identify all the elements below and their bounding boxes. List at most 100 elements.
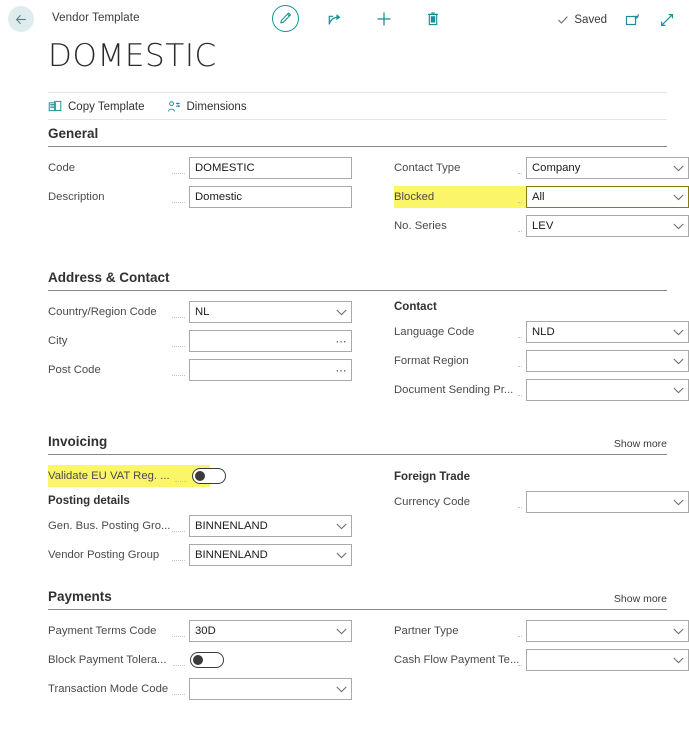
transaction-mode-code-dropdown[interactable] — [189, 678, 352, 700]
invoicing-show-more-link[interactable]: Show more — [614, 438, 667, 450]
address-right-column: Contact Language Code NLD Format Region — [394, 301, 689, 408]
copy-template-button[interactable]: Copy Template — [48, 100, 145, 114]
field-currency-code-label: Currency Code — [394, 496, 470, 508]
chevron-down-icon — [673, 223, 684, 229]
lookup-ellipsis-icon[interactable]: ⋯ — [336, 335, 348, 348]
country-region-code-value: NL — [195, 306, 210, 318]
dimensions-button[interactable]: Dimensions — [167, 100, 247, 114]
chevron-down-icon — [336, 309, 347, 315]
dot-leader — [172, 336, 185, 347]
expand-button[interactable] — [659, 12, 675, 28]
document-sending-profile-dropdown[interactable] — [526, 379, 689, 401]
post-code-input[interactable]: ⋯ — [189, 359, 352, 381]
chevron-down-icon — [336, 523, 347, 529]
cash-flow-payment-terms-dropdown[interactable] — [526, 649, 689, 671]
dot-leader — [172, 626, 185, 637]
group-address-contact-title: Address & Contact — [48, 270, 170, 285]
country-region-code-dropdown[interactable]: NL — [189, 301, 352, 323]
lookup-ellipsis-icon[interactable]: ⋯ — [336, 364, 348, 377]
dot-leader — [172, 521, 185, 532]
status-badge: Saved — [557, 14, 607, 26]
city-input[interactable]: ⋯ — [189, 330, 352, 352]
popout-button[interactable] — [625, 12, 641, 28]
code-input[interactable]: DOMESTIC — [189, 157, 352, 179]
open-in-new-window-icon — [625, 14, 639, 26]
field-post-code-label: Post Code — [48, 364, 101, 376]
blocked-dropdown[interactable]: All — [526, 186, 689, 208]
group-invoicing-title: Invoicing — [48, 434, 108, 449]
gen-bus-posting-group-dropdown[interactable]: BINNENLAND — [189, 515, 352, 537]
field-post-code: Post Code ⋯ — [48, 359, 352, 381]
currency-code-dropdown[interactable] — [526, 491, 689, 513]
no-series-dropdown[interactable]: LEV — [526, 215, 689, 237]
dot-leader — [518, 192, 522, 203]
partner-type-dropdown[interactable] — [526, 620, 689, 642]
field-transaction-mode-code-label: Transaction Mode Code — [48, 683, 169, 695]
field-contact-type-label: Contact Type — [394, 162, 461, 174]
field-block-payment-tolerance: Block Payment Tolera... — [48, 649, 352, 671]
dot-leader — [518, 626, 522, 637]
vendor-posting-group-value: BINNENLAND — [195, 549, 268, 561]
field-validate-eu-vat-reg: Validate EU VAT Reg. ... — [48, 465, 226, 487]
field-no-series-label: No. Series — [394, 220, 447, 232]
group-payments-header: Payments Show more — [48, 589, 667, 610]
edit-button[interactable] — [272, 5, 299, 32]
group-payments-title: Payments — [48, 589, 112, 604]
contact-type-dropdown[interactable]: Company — [526, 157, 689, 179]
language-code-dropdown[interactable]: NLD — [526, 321, 689, 343]
back-button[interactable] — [8, 6, 34, 32]
top-bar: Vendor Template Saved — [0, 0, 689, 36]
invoicing-left-column: Validate EU VAT Reg. ... Posting details… — [48, 465, 352, 573]
share-icon — [328, 13, 340, 25]
code-value: DOMESTIC — [195, 162, 255, 174]
form-content: General Code DOMESTIC Description Domest… — [0, 126, 689, 737]
new-button[interactable] — [370, 5, 397, 32]
header-right-group: Saved — [557, 12, 675, 28]
dot-leader — [518, 497, 522, 508]
address-left-column: Country/Region Code NL City ⋯ Post Code … — [48, 301, 352, 408]
delete-button[interactable] — [419, 5, 446, 32]
field-contact-type: Contact Type Company — [394, 157, 689, 179]
payments-right-column: Partner Type Cash Flow Payment Te... — [394, 620, 689, 707]
description-input[interactable]: Domestic — [189, 186, 352, 208]
back-arrow-icon — [15, 14, 26, 24]
field-payment-terms-code-label: Payment Terms Code — [48, 625, 157, 637]
dot-leader — [172, 550, 185, 561]
dot-leader — [518, 221, 522, 232]
payment-terms-code-dropdown[interactable]: 30D — [189, 620, 352, 642]
group-invoicing-header: Invoicing Show more — [48, 434, 667, 455]
chevron-down-icon — [673, 499, 684, 505]
field-blocked: Blocked All — [394, 186, 689, 208]
group-address-contact-header: Address & Contact — [48, 270, 667, 291]
share-button[interactable] — [321, 5, 348, 32]
dot-leader — [172, 365, 185, 376]
field-format-region: Format Region — [394, 350, 689, 372]
validate-eu-vat-reg-toggle[interactable] — [191, 468, 226, 484]
block-payment-tolerance-toggle[interactable] — [190, 652, 224, 668]
pencil-icon — [280, 12, 292, 24]
general-right-column: Contact Type Company Blocked All No. Ser… — [394, 157, 689, 244]
field-format-region-label: Format Region — [394, 355, 469, 367]
breadcrumb[interactable]: Vendor Template — [52, 12, 140, 24]
group-general-title: General — [48, 126, 99, 141]
vendor-posting-group-dropdown[interactable]: BINNENLAND — [189, 544, 352, 566]
field-document-sending-profile-label: Document Sending Pr... — [394, 384, 514, 396]
group-address-contact: Address & Contact Country/Region Code NL… — [0, 270, 689, 408]
field-city-label: City — [48, 335, 68, 347]
dot-leader — [518, 327, 522, 338]
foreign-trade-subheading: Foreign Trade — [394, 471, 471, 483]
action-ribbon: Copy Template Dimensions — [48, 92, 667, 120]
field-code: Code DOMESTIC — [48, 157, 352, 179]
contact-subheading: Contact — [394, 301, 437, 313]
format-region-dropdown[interactable] — [526, 350, 689, 372]
field-document-sending-profile: Document Sending Pr... — [394, 379, 689, 401]
dot-leader — [173, 655, 185, 666]
payment-terms-code-value: 30D — [195, 625, 216, 637]
group-invoicing: Invoicing Show more Validate EU VAT Reg.… — [0, 434, 689, 573]
chevron-down-icon — [336, 552, 347, 558]
payments-show-more-link[interactable]: Show more — [614, 593, 667, 605]
chevron-down-icon — [673, 329, 684, 335]
field-description-label: Description — [48, 191, 105, 203]
